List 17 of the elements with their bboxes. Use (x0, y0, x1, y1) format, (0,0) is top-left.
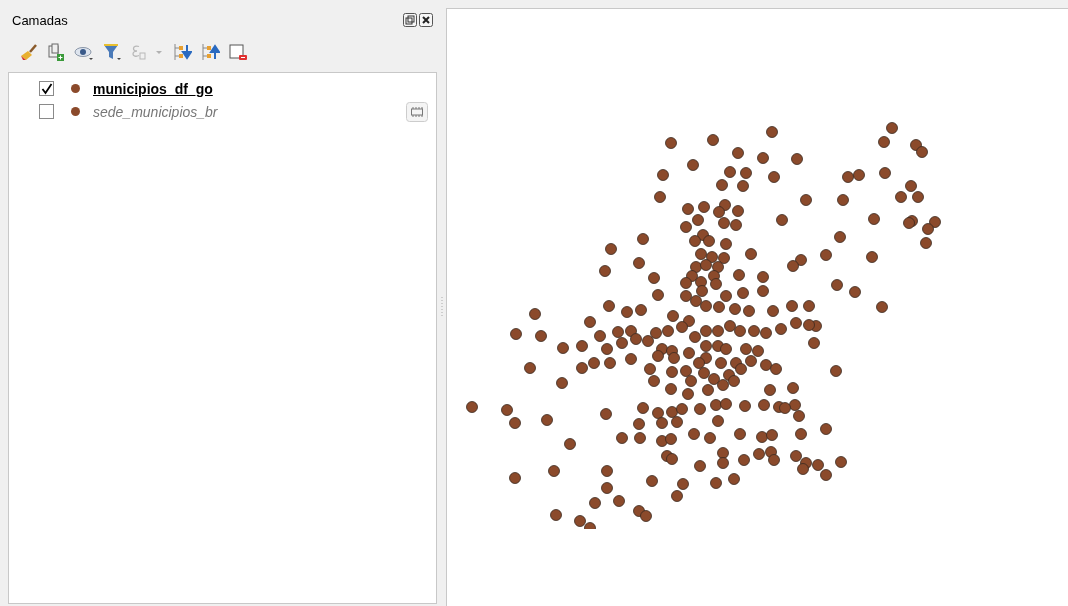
point-symbol-icon (71, 107, 80, 116)
remove-layer-icon[interactable] (228, 42, 248, 62)
collapse-all-icon[interactable] (200, 42, 220, 62)
memory-chip-icon[interactable] (406, 101, 428, 122)
layer-name[interactable]: municipios_df_go (93, 80, 213, 97)
close-icon[interactable] (419, 13, 433, 27)
add-group-icon[interactable] (46, 42, 66, 62)
layer-checkbox[interactable] (39, 104, 54, 119)
layer-checkbox[interactable] (39, 81, 54, 96)
paintbrush-icon[interactable] (18, 42, 38, 62)
layer-name[interactable]: sede_municipios_br (93, 103, 218, 120)
expand-all-icon[interactable] (172, 42, 192, 62)
panel-title: Camadas (12, 12, 68, 28)
filter-icon[interactable] (102, 42, 122, 62)
splitter-handle-icon[interactable] (440, 297, 443, 317)
float-icon[interactable] (403, 13, 417, 27)
point-symbol-icon (71, 84, 80, 93)
